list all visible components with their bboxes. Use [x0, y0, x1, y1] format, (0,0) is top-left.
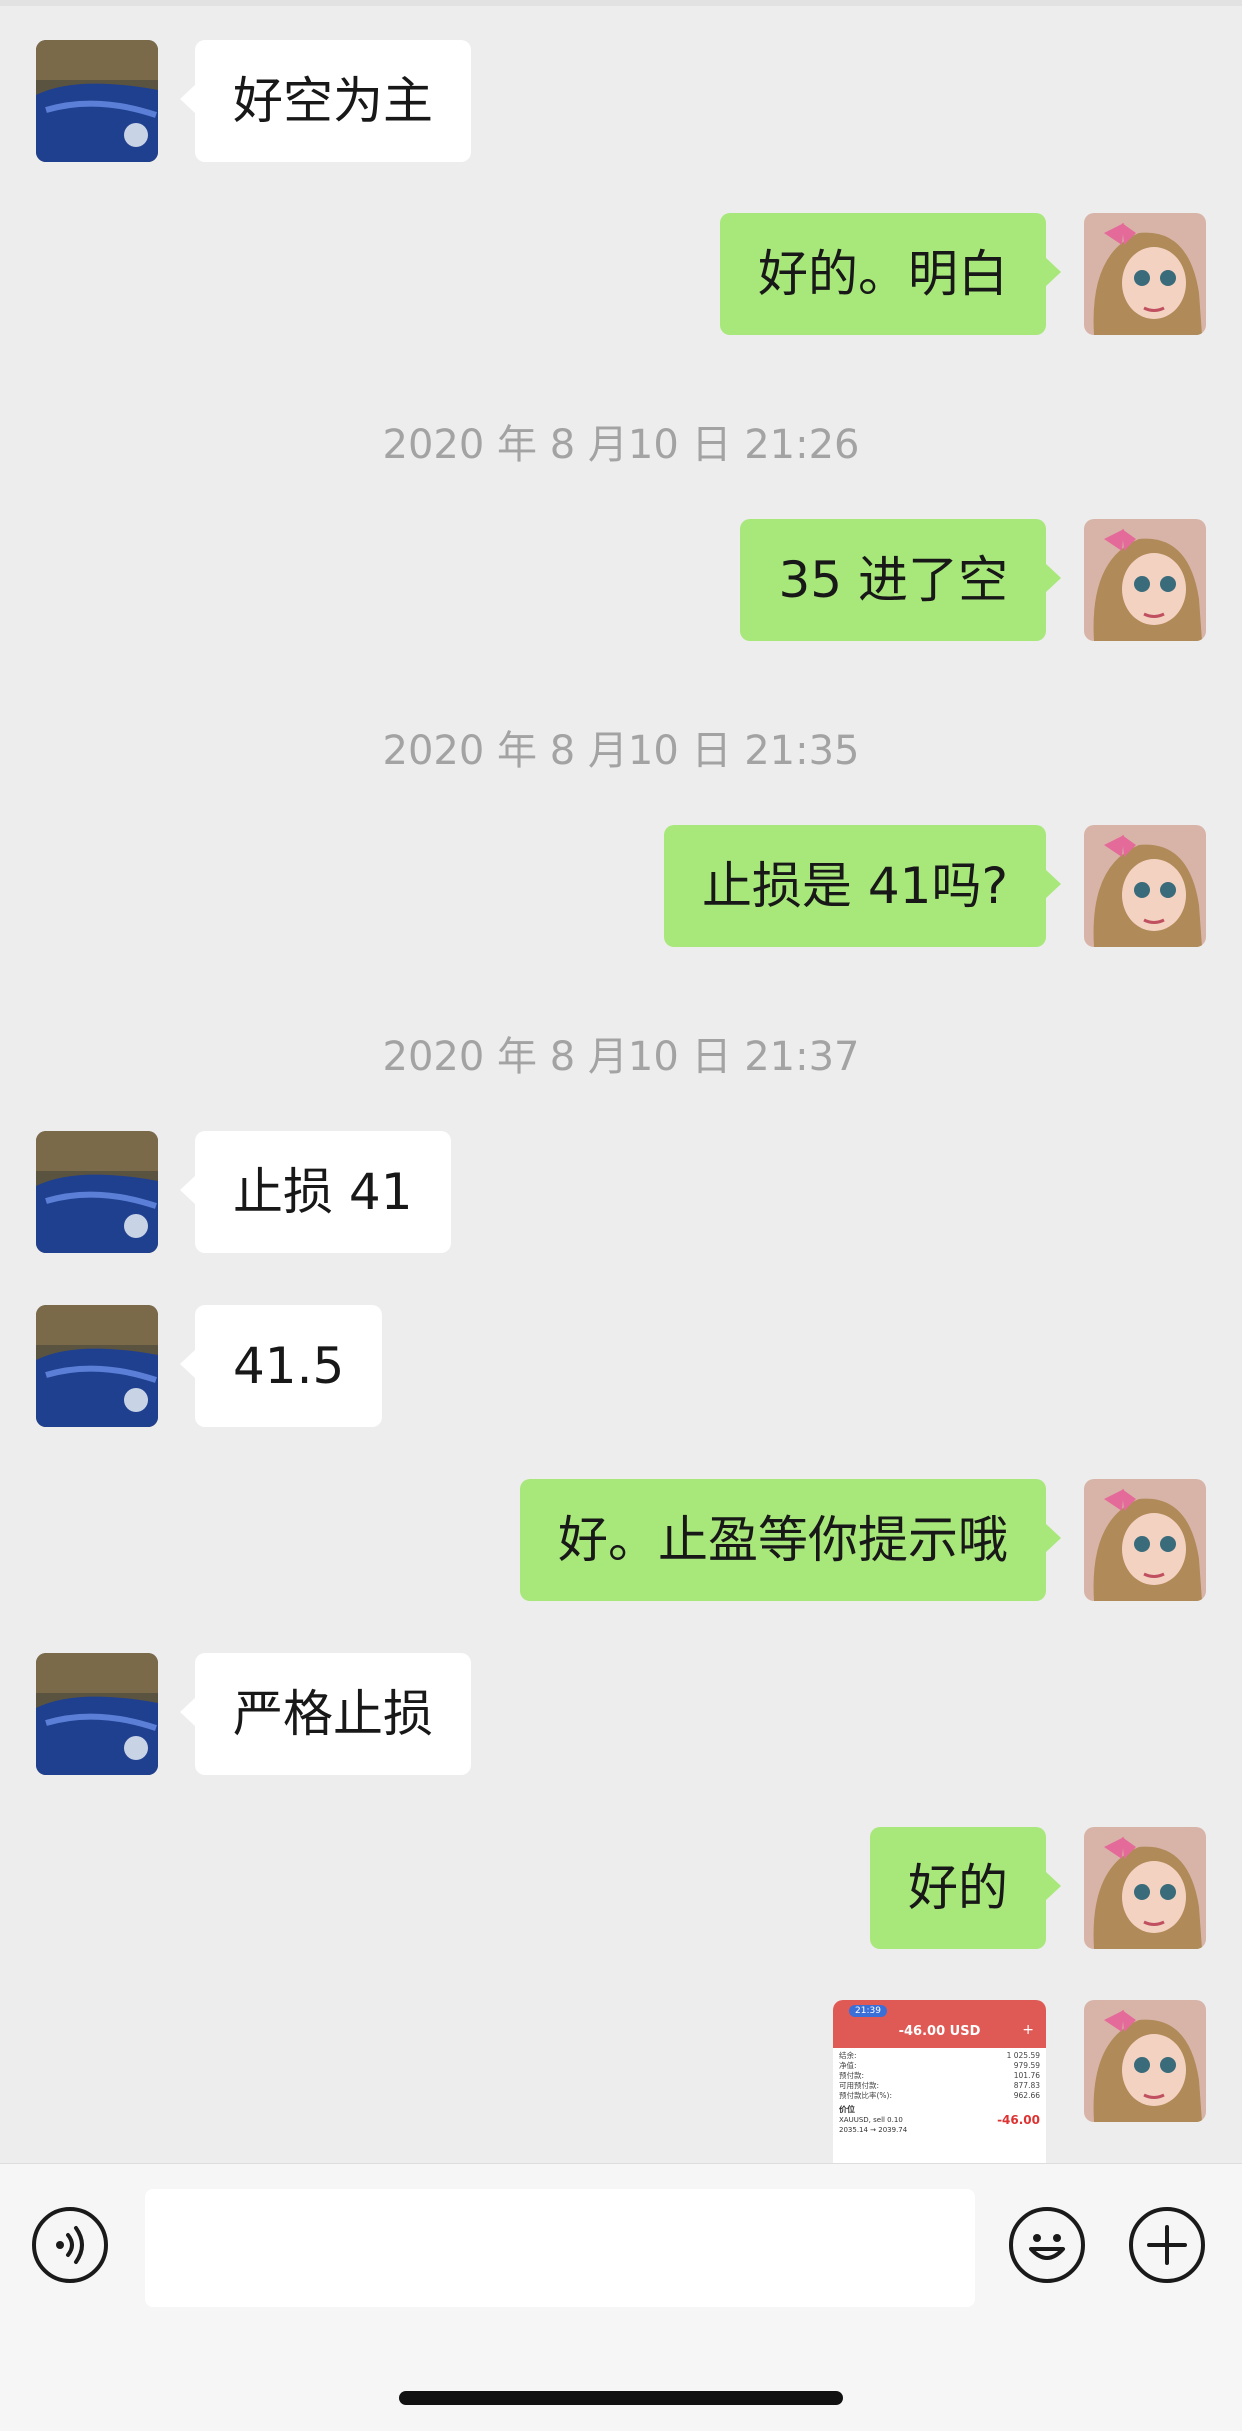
message-bubble-outgoing[interactable]: 好的。明白: [720, 213, 1061, 335]
my-avatar[interactable]: [1084, 519, 1206, 641]
thumbnail-row-value: 962.66: [1013, 2091, 1040, 2100]
my-avatar[interactable]: [1084, 2000, 1206, 2122]
message-bubble-outgoing[interactable]: 好。止盈等你提示哦: [520, 1479, 1061, 1601]
chat-area[interactable]: 好空为主 好的。明白 2020 年 8 月10 日 21:26 35 进了空 2…: [0, 0, 1242, 2163]
thumbnail-row: 预付款: 101.76: [839, 2071, 1040, 2081]
my-avatar[interactable]: [1084, 1479, 1206, 1601]
message-bubble-incoming[interactable]: 严格止损: [180, 1653, 471, 1775]
thumbnail-amount: -46.00 USD: [898, 2024, 981, 2039]
message-bubble-incoming[interactable]: 好空为主: [180, 40, 471, 162]
thumbnail-row-label: 可用预付款:: [839, 2081, 880, 2090]
thumbnail-header: 21:39 -46.00 USD +: [833, 2000, 1046, 2048]
message-bubble-incoming[interactable]: 41.5: [179, 1305, 383, 1427]
thumbnail-row-value: 979.59: [1013, 2061, 1040, 2070]
thumbnail-row-value: 101.76: [1013, 2071, 1040, 2080]
thumbnail-row-value: 877.83: [1013, 2081, 1040, 2090]
thumbnail-row: 可用预付款: 877.83: [839, 2081, 1040, 2091]
message-bubble-outgoing[interactable]: 止损是 41吗?: [663, 825, 1062, 947]
thumbnail-row-label: 预付款:: [839, 2071, 865, 2080]
message-bubble-outgoing[interactable]: 好的: [870, 1827, 1061, 1949]
image-message-thumbnail[interactable]: 21:39 -46.00 USD + 结余: 1 025.59 净值: 979.59…: [833, 2000, 1046, 2163]
timestamp: 2020 年 8 月10 日 21:26: [382, 422, 860, 468]
thumbnail-row-label: 结余:: [839, 2051, 857, 2060]
message-bubble-incoming[interactable]: 止损 41: [180, 1131, 451, 1253]
thumbnail-position: XAUUSD, sell 0.10 2035.14 → 2039.74 -46.…: [839, 2113, 1040, 2135]
home-indicator[interactable]: [399, 2391, 843, 2405]
my-avatar[interactable]: [1084, 825, 1206, 947]
thumbnail-position-profit: -46.00: [997, 2113, 1040, 2127]
contact-avatar[interactable]: [36, 1131, 158, 1253]
thumbnail-status-time: 21:39: [849, 2005, 887, 2017]
thumbnail-row: 结余: 1 025.59: [839, 2051, 1040, 2061]
message-bubble-outgoing[interactable]: 35 进了空: [740, 519, 1061, 641]
my-avatar[interactable]: [1084, 213, 1206, 335]
my-avatar[interactable]: [1084, 1827, 1206, 1949]
plus-icon[interactable]: [1129, 2207, 1205, 2283]
contact-avatar[interactable]: [36, 40, 158, 162]
thumbnail-position-symbol: XAUUSD, sell 0.10: [839, 2116, 903, 2124]
voice-icon[interactable]: [32, 2207, 108, 2283]
thumbnail-row-value: 1 025.59: [1006, 2051, 1040, 2060]
thumbnail-position-prices: 2035.14 → 2039.74: [839, 2126, 908, 2134]
thumbnail-row: 预付款比率(%): 962.66: [839, 2091, 1040, 2101]
emoji-icon[interactable]: [1009, 2207, 1085, 2283]
thumbnail-row-label: 净值:: [839, 2061, 857, 2070]
thumbnail-row: 净值: 979.59: [839, 2061, 1040, 2071]
contact-avatar[interactable]: [36, 1305, 158, 1427]
timestamp: 2020 年 8 月10 日 21:37: [382, 1034, 860, 1080]
contact-avatar[interactable]: [36, 1653, 158, 1775]
timestamp: 2020 年 8 月10 日 21:35: [382, 728, 860, 774]
thumbnail-row-label: 预付款比率(%):: [839, 2091, 893, 2100]
message-input[interactable]: [145, 2189, 975, 2307]
thumbnail-plus-icon: +: [1022, 2022, 1034, 2038]
thumbnail-body: 结余: 1 025.59 净值: 979.59 预付款: 101.76 可用预付款: 8…: [833, 2048, 1046, 2138]
